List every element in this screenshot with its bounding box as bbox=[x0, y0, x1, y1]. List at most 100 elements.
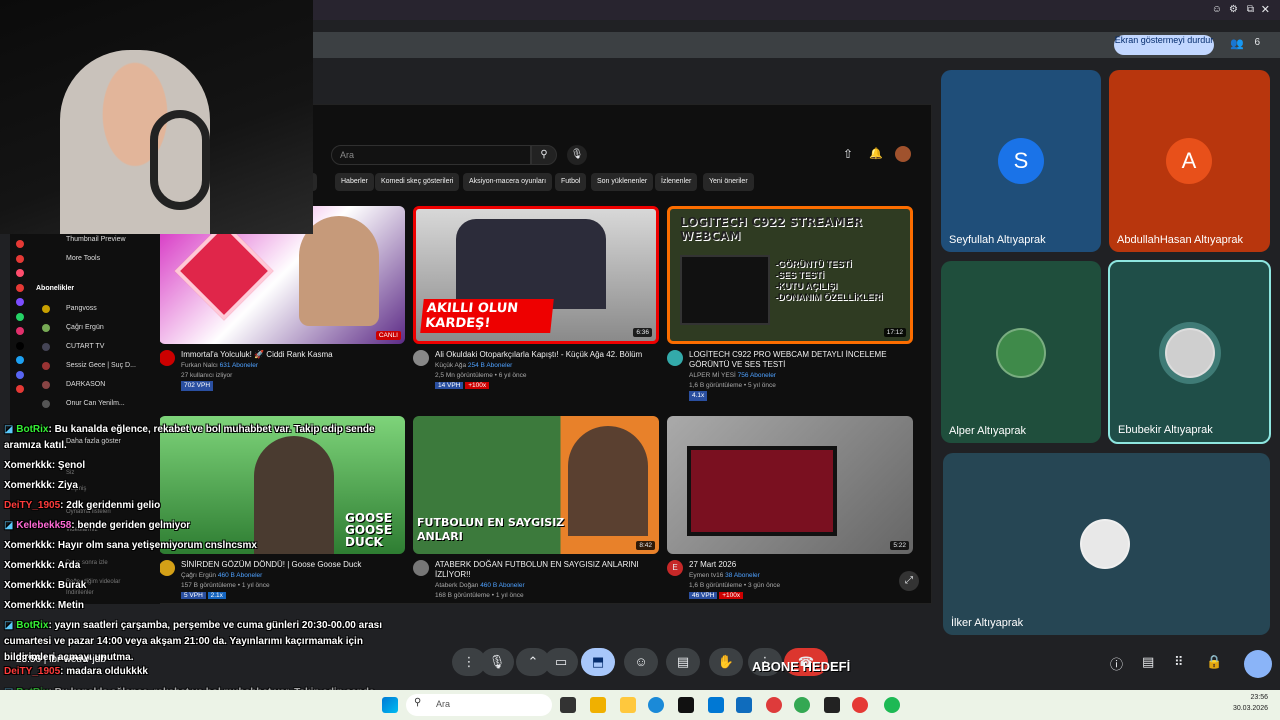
copilot-icon[interactable] bbox=[590, 697, 606, 713]
edge-icon[interactable] bbox=[648, 697, 664, 713]
captions-button[interactable]: ▤ bbox=[666, 648, 700, 676]
host-controls-icon[interactable]: 🔒 bbox=[1206, 654, 1222, 670]
channel-avatar[interactable] bbox=[413, 350, 429, 366]
chat-username[interactable]: Kelebekk58 bbox=[16, 520, 71, 531]
chat-username[interactable]: BotRix bbox=[16, 424, 48, 435]
chat-icon[interactable]: ▤ bbox=[1142, 654, 1154, 670]
browser-sidebar-app-icon[interactable] bbox=[16, 341, 24, 350]
sidebar-subscription-item[interactable]: Onur Can Yenilm... bbox=[66, 400, 125, 407]
sidebar-tool-item[interactable]: More Tools bbox=[66, 255, 100, 262]
video-title[interactable]: LOGİTECH C922 PRO WEBCAM DETAYLI İNCELEM… bbox=[689, 350, 909, 370]
chip-6[interactable]: İzlenenler bbox=[655, 173, 698, 191]
browser-sidebar-app-icon[interactable] bbox=[16, 254, 24, 263]
camera-button[interactable]: ▭ bbox=[544, 648, 578, 676]
youtube-search-input[interactable]: Ara bbox=[331, 145, 531, 165]
browser-sidebar-app-icon[interactable] bbox=[16, 269, 24, 277]
sidebar-subscription-item[interactable]: Sessiz Gece | Suç D... bbox=[66, 362, 136, 369]
chip-1[interactable]: Haberler bbox=[335, 173, 374, 191]
chat-username[interactable]: Xomerkkk bbox=[4, 600, 52, 611]
search-icon[interactable]: ⚲ bbox=[531, 145, 557, 165]
browser-sidebar-app-icon[interactable] bbox=[16, 327, 24, 335]
microphone-icon[interactable]: 🎙 bbox=[567, 145, 587, 165]
participant-tile[interactable]: A AbdullahHasan Altıyaprak bbox=[1109, 70, 1270, 252]
present-button[interactable]: ⬒ bbox=[581, 648, 615, 676]
notifications-icon[interactable]: 🔔 bbox=[869, 147, 883, 160]
open-external-icon[interactable]: ⧉ bbox=[1247, 4, 1254, 15]
channel-avatar[interactable] bbox=[159, 350, 175, 366]
taskbar-search-input[interactable]: Ara bbox=[406, 694, 552, 716]
sidebar-subscription-item[interactable]: CUTART TV bbox=[66, 343, 104, 350]
channel-avatar[interactable]: E bbox=[667, 560, 683, 576]
participant-tile-speaking[interactable]: Ebubekir Altıyaprak bbox=[1108, 260, 1271, 444]
companion-icon[interactable] bbox=[1244, 650, 1272, 678]
expand-icon[interactable]: ⤢ bbox=[899, 571, 919, 591]
chrome-icon[interactable] bbox=[794, 697, 810, 713]
avatar[interactable] bbox=[895, 146, 911, 162]
channel-name[interactable]: Küçük Ağa bbox=[435, 362, 466, 369]
create-icon[interactable]: ⇧ bbox=[843, 147, 853, 161]
browser-sidebar-app-icon[interactable] bbox=[16, 298, 24, 306]
channel-name[interactable]: Eymen tv16 bbox=[689, 572, 723, 579]
participant-tile[interactable]: S Seyfullah Altıyaprak bbox=[941, 70, 1101, 252]
meeting-info-icon[interactable]: ⓘ bbox=[1110, 654, 1123, 673]
chat-username[interactable]: Xomerkkk bbox=[4, 480, 52, 491]
video-title[interactable]: Immortal'a Yolculuk! 🚀 Ciddi Rank Kasma bbox=[181, 350, 401, 360]
video-title[interactable]: Ali Okuldaki Otoparkçılarla Kapıştı! - K… bbox=[435, 350, 655, 360]
microphone-button[interactable]: 🎙 bbox=[480, 648, 514, 676]
sidebar-subscription-item[interactable]: DARKASON bbox=[66, 381, 105, 388]
spotify-icon[interactable] bbox=[884, 697, 900, 713]
sidebar-subscriptions-header[interactable]: Abonelikler bbox=[36, 285, 74, 292]
start-icon[interactable] bbox=[382, 697, 398, 713]
chip-2[interactable]: Komedi skeç gösterileri bbox=[375, 173, 460, 191]
video-thumbnail[interactable]: LOGITECH C922 STREAMER WEBCAM -GÖRÜNTÜ T… bbox=[667, 206, 913, 344]
video-title[interactable]: ATABERK DOĞAN FUTBOLUN EN SAYGISIZ ANLAR… bbox=[435, 560, 655, 580]
clock-date[interactable]: 30.03.2026 bbox=[1208, 705, 1268, 712]
chat-username[interactable]: BotRix bbox=[16, 620, 48, 631]
store-icon[interactable] bbox=[708, 697, 724, 713]
sidebar-tool-item[interactable]: Thumbnail Preview bbox=[66, 236, 126, 243]
clock-time[interactable]: 23:56 bbox=[1208, 694, 1268, 701]
raise-hand-button[interactable]: ✋ bbox=[709, 648, 743, 676]
browser-sidebar-app-icon[interactable] bbox=[16, 385, 24, 393]
chat-username[interactable]: Xomerkkk bbox=[4, 580, 52, 591]
sidebar-subscription-item[interactable]: Pangvoss bbox=[66, 305, 97, 312]
outlook-icon[interactable] bbox=[736, 697, 752, 713]
terminal-icon[interactable] bbox=[678, 697, 694, 713]
channel-name[interactable]: ALPER Mİ YESİ bbox=[689, 372, 736, 379]
chip-5[interactable]: Son yüklenenler bbox=[591, 173, 654, 191]
chrome-profile-icon[interactable] bbox=[766, 697, 782, 713]
browser-sidebar-app-icon[interactable] bbox=[16, 240, 24, 248]
chrome-icon[interactable] bbox=[852, 697, 868, 713]
file-explorer-icon[interactable] bbox=[620, 697, 636, 713]
emoji-icon[interactable]: ☺ bbox=[1212, 4, 1222, 15]
chat-username[interactable]: Xomerkkk bbox=[4, 540, 52, 551]
browser-sidebar-app-icon[interactable] bbox=[16, 312, 24, 321]
chat-username[interactable]: Xomerkkk bbox=[4, 460, 52, 471]
app-icon[interactable] bbox=[824, 697, 840, 713]
chip-7[interactable]: Yeni öneriler bbox=[703, 173, 754, 191]
chat-username[interactable]: DeiTY_1905 bbox=[4, 500, 60, 511]
stop-sharing-button[interactable]: Ekran göstermeyi durdur bbox=[1114, 35, 1214, 55]
emoji-reaction-button[interactable]: ☺ bbox=[624, 648, 658, 676]
task-view-icon[interactable] bbox=[560, 697, 576, 713]
channel-avatar[interactable] bbox=[667, 350, 683, 366]
video-thumbnail[interactable]: FUTBOLUN EN SAYGISIZ ANLARI 8:42 bbox=[413, 416, 659, 554]
activities-icon[interactable]: ⠿ bbox=[1174, 654, 1184, 670]
chip-3[interactable]: Aksiyon-macera oyunları bbox=[463, 173, 553, 191]
chat-username[interactable]: Xomerkkk bbox=[4, 560, 52, 571]
participant-tile[interactable]: İlker Altıyaprak bbox=[943, 453, 1270, 635]
video-thumbnail[interactable]: 5:22 bbox=[667, 416, 913, 554]
close-icon[interactable]: ✕ bbox=[1261, 3, 1270, 16]
video-title[interactable]: 27 Mart 2026 bbox=[689, 560, 909, 570]
channel-name[interactable]: Furkan Nalcı bbox=[181, 362, 218, 369]
video-thumbnail[interactable]: AKILLI OLUN KARDEŞ! 6:36 bbox=[413, 206, 659, 344]
channel-name[interactable]: Ataberk Doğan bbox=[435, 582, 478, 589]
participant-tile[interactable]: Alper Altıyaprak bbox=[941, 261, 1101, 443]
browser-sidebar-app-icon[interactable] bbox=[16, 356, 24, 364]
browser-sidebar-app-icon[interactable] bbox=[16, 283, 24, 292]
people-icon[interactable]: 👥 bbox=[1230, 37, 1244, 50]
settings-icon[interactable]: ⚙ bbox=[1229, 4, 1238, 15]
sidebar-subscription-item[interactable]: Çağrı Ergün bbox=[66, 324, 104, 331]
channel-avatar[interactable] bbox=[413, 560, 429, 576]
browser-sidebar-app-icon[interactable] bbox=[16, 370, 24, 379]
